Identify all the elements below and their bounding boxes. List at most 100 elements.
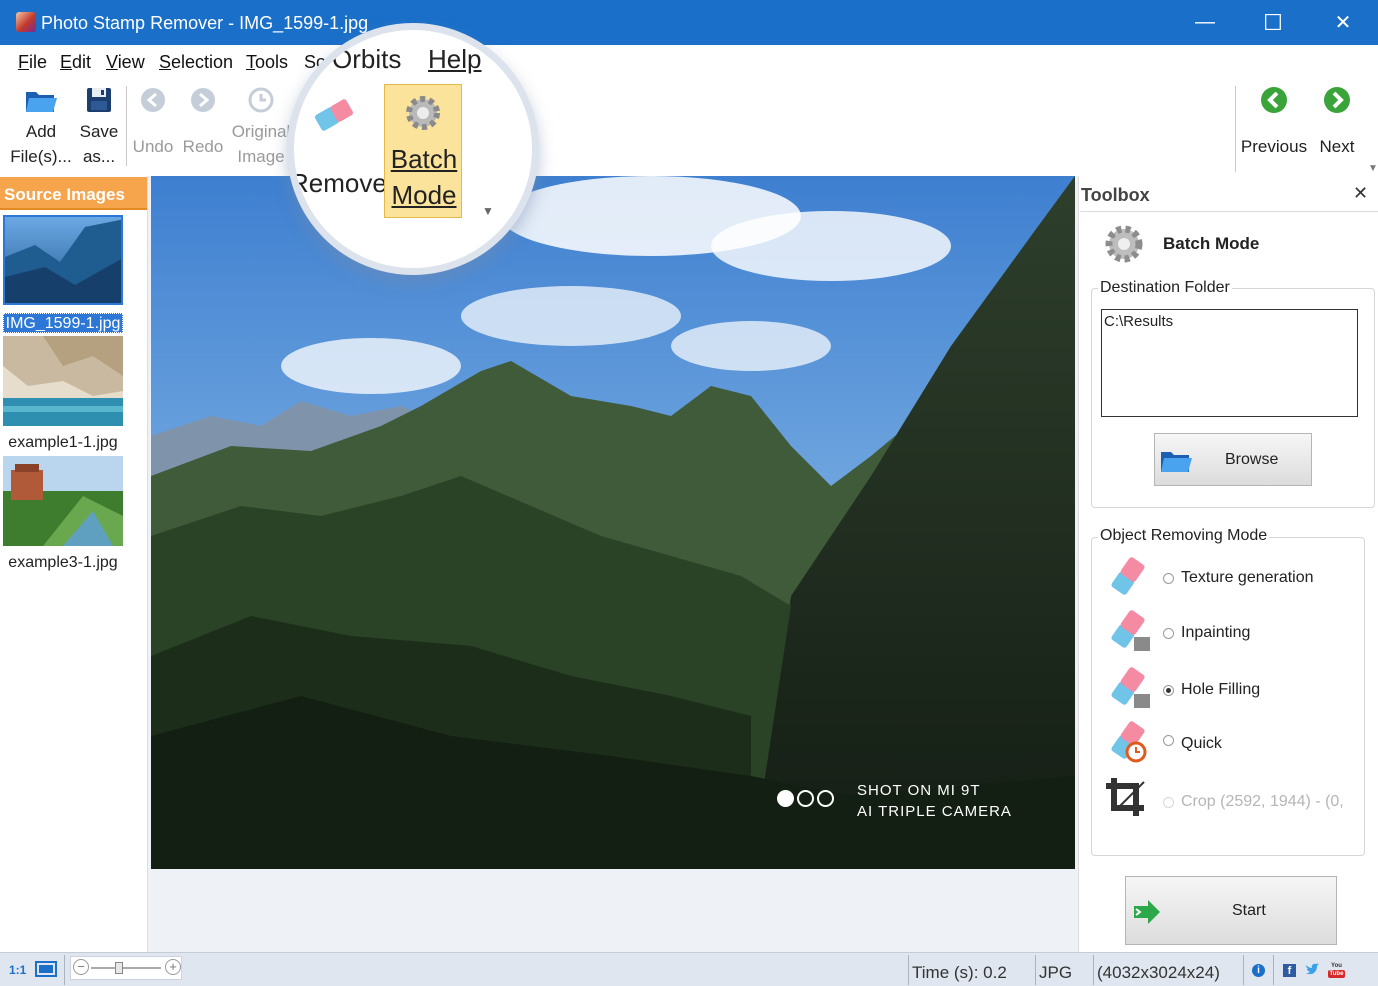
menu-selection-access-key: S (159, 52, 172, 72)
zoom-out-icon[interactable]: − (73, 959, 89, 975)
toolbox-divider (1080, 211, 1378, 212)
status-separator (1035, 955, 1036, 985)
camera-watermark-text: SHOT ON MI 9T AI TRIPLE CAMERA (857, 780, 1012, 822)
minimize-button[interactable]: — (1170, 0, 1240, 45)
batch-mode-button[interactable]: Batch Mode (384, 84, 462, 218)
youtube-icon-top: You (1331, 963, 1342, 969)
batch-mode-label-2: Mode (391, 180, 457, 210)
hole-filling-eraser-icon (1111, 667, 1150, 708)
image-dimensions: (4032x3024x24) (1097, 963, 1220, 982)
open-folder-icon (26, 92, 57, 112)
menu-edit-label: dit (72, 52, 92, 72)
thumbnail-mountain-image (5, 217, 121, 303)
fit-to-window-icon[interactable] (35, 961, 57, 977)
youtube-icon-bottom: Tube (1328, 970, 1345, 978)
thumbnail-label-img-1599[interactable]: IMG_1599-1.jpg (3, 313, 123, 333)
youtube-icon[interactable]: You Tube (1328, 962, 1345, 979)
toolbox-title: Toolbox (1081, 185, 1150, 205)
toolbox-close-icon[interactable]: ✕ (1353, 183, 1368, 204)
close-button[interactable]: ✕ (1308, 0, 1378, 45)
save-as-label-2: as... (82, 147, 116, 166)
redo-arrow-icon (191, 88, 215, 112)
zoom-in-icon[interactable]: + (165, 959, 181, 975)
zoom-slider[interactable]: − + (70, 956, 182, 980)
magnified-remove-button[interactable]: Remove (294, 168, 387, 199)
batch-gear-icon (406, 96, 440, 130)
next-button[interactable]: Next (1314, 86, 1360, 159)
processing-time: Time (s): 0.2 (912, 963, 1007, 982)
toolbar-separator (126, 86, 127, 166)
option-quick[interactable]: Quick (1181, 735, 1222, 753)
floppy-disk-icon (87, 88, 111, 112)
magnifier-callout: Orbits Help Remove Batch Mode ▼ (287, 23, 539, 275)
object-removing-mode-label: Object Removing Mode (1098, 527, 1270, 545)
option-crop: Crop (2592, 1944) - (0, (1181, 793, 1344, 810)
main-photo[interactable] (151, 176, 1075, 869)
thumbnail-label-example3[interactable]: example3-1.jpg (3, 553, 123, 573)
ribbon-overflow-icon[interactable]: ▼ (1368, 163, 1378, 174)
menu-tools[interactable]: Tools (246, 52, 288, 73)
crop-icon (1106, 778, 1145, 816)
option-texture-generation[interactable]: Texture generation (1181, 569, 1314, 587)
undo-label: Undo (132, 137, 174, 156)
menu-selection[interactable]: Selection (159, 52, 233, 73)
previous-button[interactable]: Previous (1238, 86, 1310, 159)
thumbnail-example1[interactable] (3, 336, 123, 426)
radio-texture-generation[interactable] (1163, 573, 1174, 584)
zoom-thumb[interactable] (115, 962, 123, 974)
radio-inpainting[interactable] (1163, 628, 1174, 639)
magnified-menu-softorbits[interactable]: Orbits (332, 44, 401, 75)
previous-arrow-icon (1261, 87, 1287, 113)
magnified-menu-help[interactable]: Help (428, 44, 481, 75)
twitter-icon[interactable] (1305, 963, 1321, 977)
nav-separator (1235, 86, 1236, 172)
menu-file-label: ile (29, 52, 48, 72)
next-arrow-icon (1324, 87, 1350, 113)
save-as-label-1: Save (79, 122, 119, 141)
title-bar: Photo Stamp Remover - IMG_1599-1.jpg — ☐… (0, 0, 1378, 45)
next-label: Next (1319, 137, 1355, 156)
watermark-dot-filled (777, 790, 794, 807)
original-image-label-1: Original (231, 122, 291, 141)
radio-quick[interactable] (1163, 735, 1174, 746)
radio-hole-filling[interactable] (1163, 685, 1174, 696)
status-separator (1243, 955, 1244, 985)
batch-mode-label-1: Batch (390, 144, 458, 174)
option-hole-filling[interactable]: Hole Filling (1181, 681, 1260, 699)
menu-view[interactable]: View (106, 52, 145, 73)
destination-folder-input[interactable]: C:\Results (1101, 309, 1358, 417)
thumbnail-img-1599[interactable] (3, 215, 123, 305)
actual-size-button[interactable]: 1:1 (9, 963, 26, 977)
menu-file[interactable]: File (18, 52, 47, 73)
undo-arrow-icon (141, 88, 165, 112)
window-title: Photo Stamp Remover - IMG_1599-1.jpg (41, 13, 369, 33)
eraser-icon (315, 99, 353, 131)
camera-watermark-dots (777, 790, 834, 812)
menu-edit-access-key: E (60, 52, 73, 72)
browse-button[interactable]: Browse (1154, 433, 1312, 486)
thumbnail-coast-image (3, 336, 123, 426)
maximize-button[interactable]: ☐ (1238, 0, 1308, 45)
start-button[interactable]: Start (1125, 876, 1337, 945)
redo-label: Redo (182, 137, 224, 156)
original-image-button[interactable]: Original Image (228, 86, 294, 169)
thumbnail-example3[interactable] (3, 456, 123, 546)
clock-history-icon (248, 87, 274, 113)
batch-mode-section-title: Batch Mode (1163, 234, 1260, 253)
watermark-line-2: AI TRIPLE CAMERA (857, 803, 1012, 820)
save-as-button[interactable]: Save as... (76, 86, 122, 169)
info-icon[interactable]: i (1252, 964, 1265, 977)
magnified-overflow-icon[interactable]: ▼ (482, 204, 494, 218)
browse-label: Browse (1225, 451, 1279, 468)
add-files-label-2: File(s)... (10, 147, 72, 166)
status-separator (1093, 955, 1094, 985)
quick-eraser-timer-icon (1111, 721, 1147, 763)
original-image-label-2: Image (237, 147, 285, 166)
thumbnail-label-example1[interactable]: example1-1.jpg (3, 433, 123, 453)
menu-edit[interactable]: Edit (60, 52, 91, 73)
add-files-button[interactable]: Add File(s)... (6, 86, 76, 169)
facebook-icon[interactable]: f (1283, 964, 1296, 977)
undo-button[interactable]: Undo (130, 86, 176, 159)
option-inpainting[interactable]: Inpainting (1181, 624, 1250, 642)
redo-button[interactable]: Redo (180, 86, 226, 159)
